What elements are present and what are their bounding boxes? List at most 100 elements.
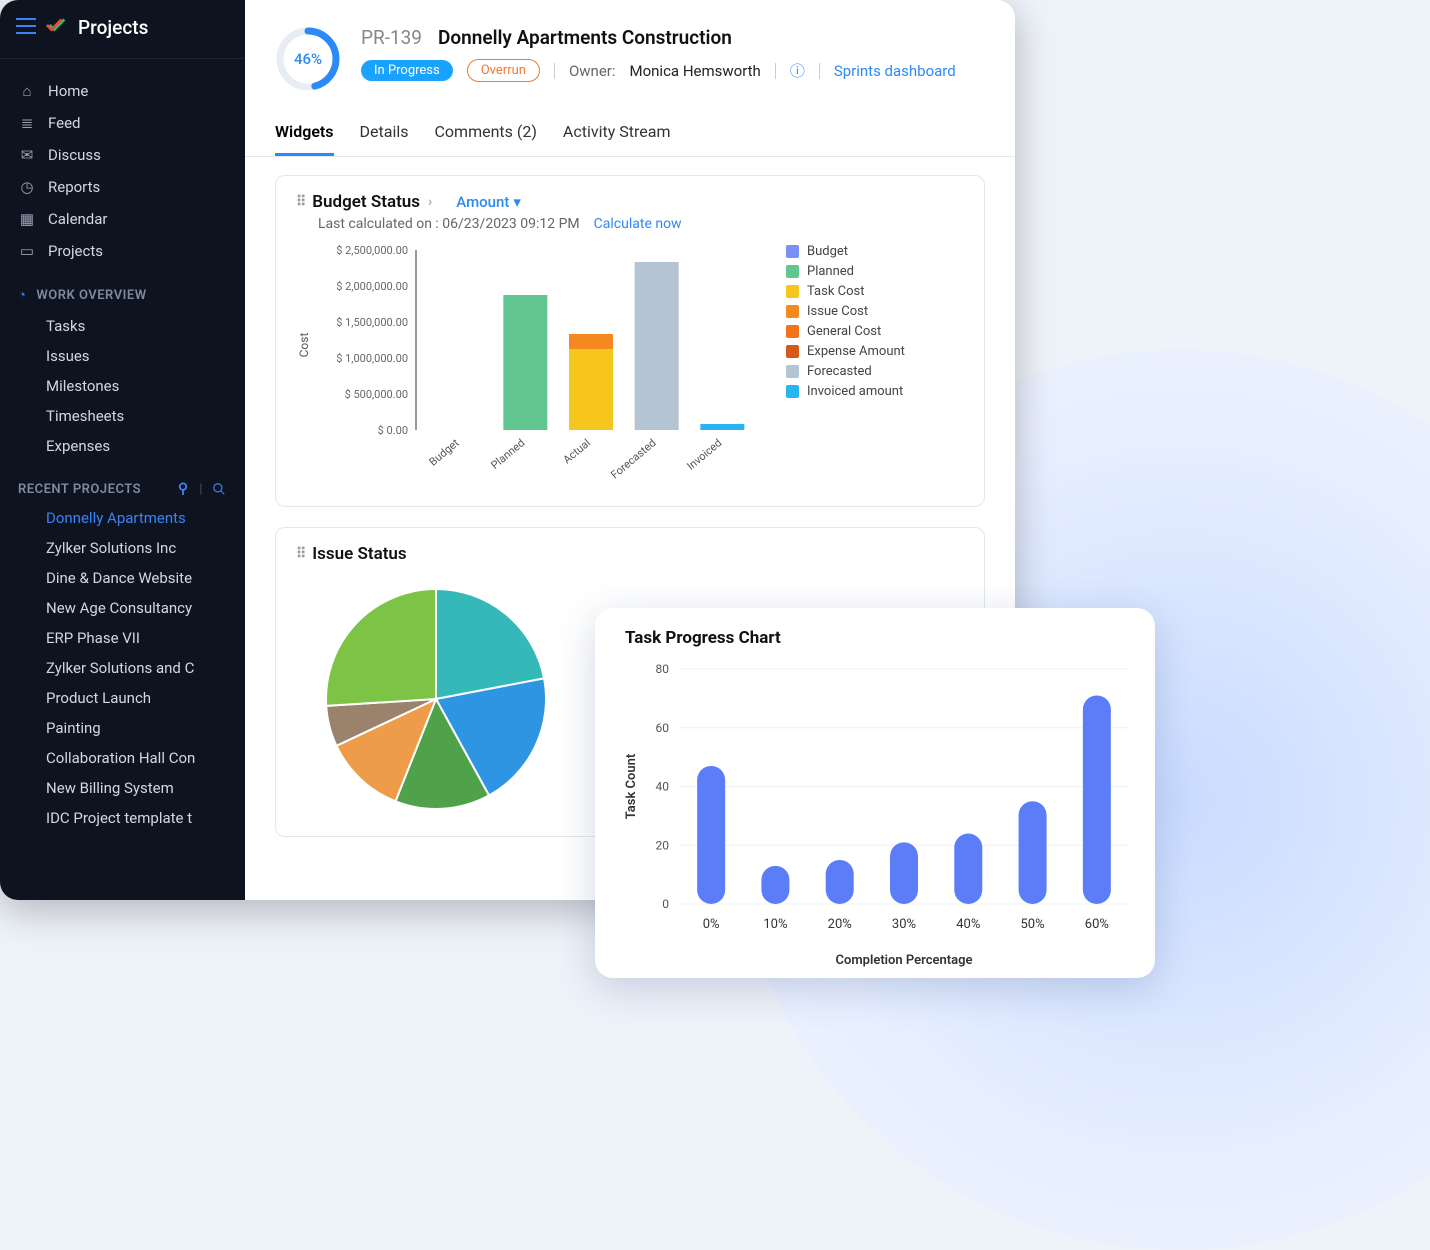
- recent-project-item[interactable]: IDC Project template t: [0, 803, 245, 833]
- svg-text:Cost: Cost: [297, 333, 311, 358]
- recent-project-item[interactable]: Painting: [0, 713, 245, 743]
- feed-icon: ≣: [18, 114, 36, 132]
- nav-projects[interactable]: ▭Projects: [0, 235, 245, 267]
- nav-calendar[interactable]: ▦ Calendar: [0, 203, 245, 235]
- legend-item: Expense Amount: [786, 344, 905, 359]
- owner-label: Owner:: [569, 62, 616, 80]
- legend-label: Forecasted: [807, 364, 872, 379]
- legend-label: Invoiced amount: [807, 384, 903, 399]
- overrun-chip: Overrun: [467, 59, 540, 82]
- nav-label: Reports: [48, 178, 100, 196]
- nav-label: Calendar: [48, 210, 108, 228]
- budget-bar-chart: Cost$ 0.00$ 500,000.00$ 1,000,000.00$ 1,…: [296, 240, 776, 490]
- svg-text:$ 0.00: $ 0.00: [378, 424, 408, 437]
- task-progress-chart: 020406080Task Count0%10%20%30%40%50%60%C…: [619, 654, 1139, 974]
- reports-icon: ◷: [18, 178, 36, 196]
- search-icon[interactable]: [211, 481, 227, 497]
- recent-project-item[interactable]: Zylker Solutions and C: [0, 653, 245, 683]
- discuss-icon: ✉: [18, 146, 36, 164]
- budget-chart-area: Cost$ 0.00$ 500,000.00$ 1,000,000.00$ 1,…: [296, 240, 964, 490]
- nav-label: Projects: [48, 242, 103, 260]
- recent-project-item[interactable]: Donnelly Apartments: [0, 503, 245, 533]
- legend-swatch: [786, 325, 799, 338]
- svg-text:$ 500,000.00: $ 500,000.00: [345, 388, 408, 401]
- menu-icon[interactable]: [16, 17, 36, 37]
- drag-handle-icon[interactable]: ⠿: [296, 546, 304, 562]
- svg-text:60%: 60%: [1085, 917, 1109, 932]
- nav-reports[interactable]: ◷ Reports: [0, 171, 245, 203]
- project-title: Donnelly Apartments Construction: [438, 26, 732, 49]
- clock-icon: ◔: [18, 287, 26, 303]
- status-chip[interactable]: In Progress: [361, 60, 453, 81]
- divider: [819, 63, 820, 79]
- legend-swatch: [786, 365, 799, 378]
- recent-project-item[interactable]: Collaboration Hall Con: [0, 743, 245, 773]
- work-overview-nav: Tasks Issues Milestones Timesheets Expen…: [0, 311, 245, 461]
- tab-details[interactable]: Details: [360, 122, 409, 156]
- legend-label: Expense Amount: [807, 344, 905, 359]
- progress-ring: 46%: [275, 26, 341, 92]
- svg-text:40%: 40%: [956, 917, 980, 932]
- nav-feed[interactable]: ≣Feed: [0, 107, 245, 139]
- subnav-tasks[interactable]: Tasks: [0, 311, 245, 341]
- svg-text:$ 2,000,000.00: $ 2,000,000.00: [336, 280, 408, 293]
- recent-projects-header: RECENT PROJECTS ⚲ |: [0, 461, 245, 503]
- chevron-down-icon: ▾: [513, 193, 521, 211]
- legend-swatch: [786, 305, 799, 318]
- svg-text:40: 40: [656, 780, 670, 794]
- tab-activity[interactable]: Activity Stream: [563, 122, 671, 156]
- svg-text:10%: 10%: [763, 917, 787, 932]
- legend-item: Task Cost: [786, 284, 905, 299]
- project-header: 46% PR-139 Donnelly Apartments Construct…: [245, 0, 1015, 102]
- legend-item: Issue Cost: [786, 304, 905, 319]
- owner-value: Monica Hemsworth: [630, 62, 761, 80]
- svg-text:$ 1,000,000.00: $ 1,000,000.00: [336, 352, 408, 365]
- card-title: Budget Status: [312, 192, 420, 212]
- drag-handle-icon[interactable]: ⠿: [296, 194, 304, 210]
- legend-item: Budget: [786, 244, 905, 259]
- recent-project-item[interactable]: New Age Consultancy: [0, 593, 245, 623]
- sprints-dashboard-link[interactable]: Sprints dashboard: [834, 62, 956, 80]
- subnav-issues[interactable]: Issues: [0, 341, 245, 371]
- tab-widgets[interactable]: Widgets: [275, 122, 334, 156]
- nav-discuss[interactable]: ✉Discuss: [0, 139, 245, 171]
- divider: [775, 63, 776, 79]
- sidebar-header: Projects: [0, 0, 245, 59]
- tabs: Widgets Details Comments (2) Activity St…: [245, 102, 1015, 157]
- svg-text:20%: 20%: [828, 917, 852, 932]
- legend-item: General Cost: [786, 324, 905, 339]
- svg-text:Task Count: Task Count: [624, 753, 639, 819]
- legend-swatch: [786, 245, 799, 258]
- project-id: PR-139: [361, 26, 422, 49]
- recent-project-item[interactable]: Dine & Dance Website: [0, 563, 245, 593]
- legend-label: Task Cost: [807, 284, 864, 299]
- recent-project-item[interactable]: Product Launch: [0, 683, 245, 713]
- tab-comments[interactable]: Comments (2): [435, 122, 537, 156]
- nav-home[interactable]: ⌂Home: [0, 75, 245, 107]
- progress-percent: 46%: [275, 26, 341, 92]
- legend-item: Planned: [786, 264, 905, 279]
- recent-projects-list: Donnelly ApartmentsZylker Solutions IncD…: [0, 503, 245, 833]
- budget-status-card: ⠿ Budget Status › Amount ▾ Last calculat…: [275, 175, 985, 507]
- app-title: Projects: [78, 16, 148, 39]
- amount-dropdown[interactable]: Amount ▾: [456, 193, 521, 211]
- issue-pie-chart: [296, 564, 576, 824]
- calendar-icon: ▦: [18, 210, 36, 228]
- svg-text:Planned: Planned: [488, 436, 527, 472]
- subnav-expenses[interactable]: Expenses: [0, 431, 245, 461]
- recent-project-item[interactable]: Zylker Solutions Inc: [0, 533, 245, 563]
- budget-legend: Budget Planned Task Cost Issue Cost General …: [786, 240, 905, 399]
- recent-project-item[interactable]: ERP Phase VII: [0, 623, 245, 653]
- subnav-milestones[interactable]: Milestones: [0, 371, 245, 401]
- chevron-right-icon[interactable]: ›: [428, 194, 432, 210]
- svg-text:60: 60: [656, 721, 670, 735]
- subnav-timesheets[interactable]: Timesheets: [0, 401, 245, 431]
- recent-project-item[interactable]: New Billing System: [0, 773, 245, 803]
- legend-swatch: [786, 385, 799, 398]
- calculate-now-link[interactable]: Calculate now: [594, 216, 682, 232]
- legend-swatch: [786, 285, 799, 298]
- filter-icon[interactable]: ⚲: [175, 481, 191, 497]
- card-title: Issue Status: [312, 544, 406, 564]
- info-icon[interactable]: ⓘ: [790, 60, 805, 81]
- home-icon: ⌂: [18, 82, 36, 100]
